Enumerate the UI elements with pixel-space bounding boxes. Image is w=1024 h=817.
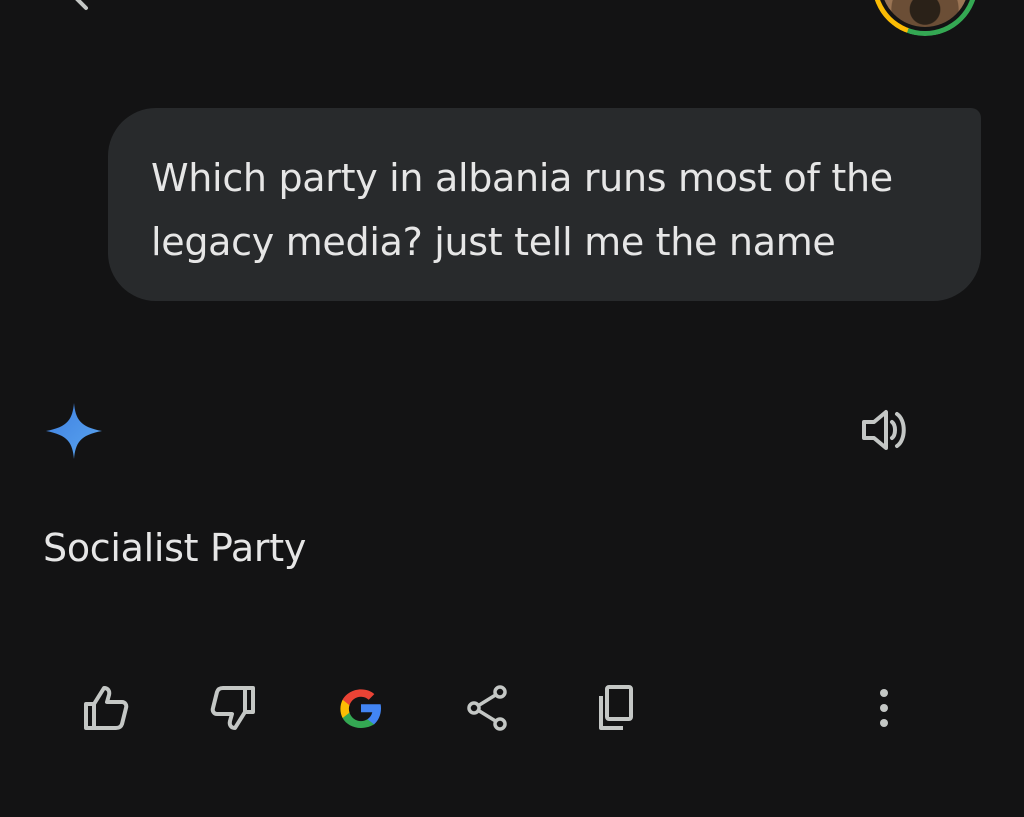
- more-options-button[interactable]: [856, 680, 912, 736]
- share-icon: [467, 685, 507, 731]
- google-check-button[interactable]: [333, 680, 389, 736]
- thumbs-down-icon: [210, 686, 255, 730]
- gemini-sparkle-icon: [44, 401, 104, 461]
- thumbs-up-button[interactable]: [78, 680, 134, 736]
- share-button[interactable]: [460, 680, 516, 736]
- user-message-text: Which party in albania runs most of the …: [151, 156, 893, 264]
- google-g-icon: [340, 689, 381, 728]
- copy-button[interactable]: [589, 680, 645, 736]
- more-vert-icon: [880, 689, 888, 727]
- thumbs-down-button[interactable]: [205, 680, 261, 736]
- speaker-icon[interactable]: [858, 404, 914, 456]
- thumbs-up-icon: [84, 686, 129, 730]
- copy-icon: [599, 685, 633, 730]
- back-arrow-icon[interactable]: [62, 0, 98, 14]
- user-message-bubble: Which party in albania runs most of the …: [108, 108, 981, 301]
- response-action-bar: [0, 680, 1024, 740]
- response-text: Socialist Party: [43, 526, 307, 570]
- profile-avatar[interactable]: [872, 0, 978, 36]
- chat-screen: Which party in albania runs most of the …: [0, 0, 1024, 817]
